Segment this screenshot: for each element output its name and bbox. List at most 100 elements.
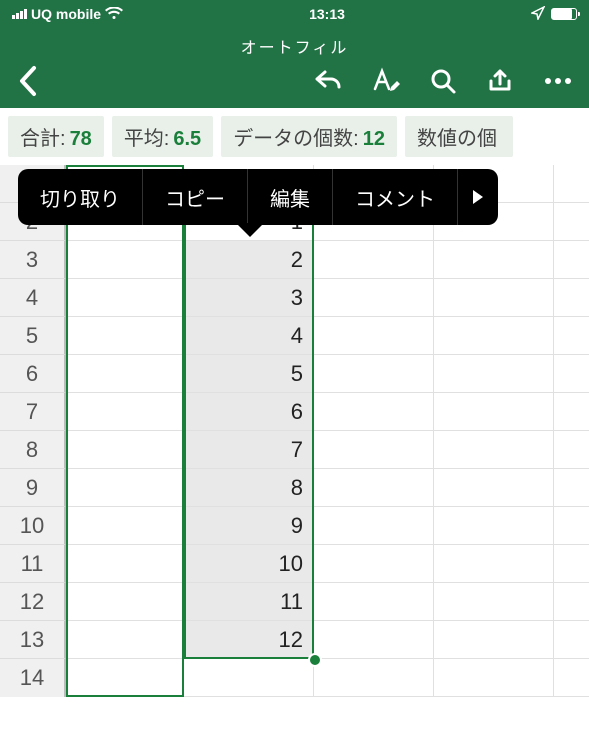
cell[interactable] xyxy=(434,279,554,317)
cell[interactable] xyxy=(434,393,554,431)
cell[interactable] xyxy=(554,583,589,621)
cell[interactable] xyxy=(66,469,184,507)
carrier-label: UQ mobile xyxy=(31,6,101,22)
cell[interactable] xyxy=(554,241,589,279)
row-header[interactable]: 9 xyxy=(0,469,66,507)
row-header[interactable]: 4 xyxy=(0,279,66,317)
back-button[interactable] xyxy=(16,64,38,98)
cell[interactable] xyxy=(554,469,589,507)
cell[interactable] xyxy=(66,545,184,583)
cell[interactable] xyxy=(554,355,589,393)
stat-count[interactable]: データの個数: 12 xyxy=(221,116,397,157)
status-bar: UQ mobile 13:13 xyxy=(0,0,589,28)
cell[interactable] xyxy=(554,507,589,545)
row-header[interactable]: 10 xyxy=(0,507,66,545)
cell[interactable] xyxy=(314,507,434,545)
row-header[interactable]: 11 xyxy=(0,545,66,583)
undo-button[interactable] xyxy=(313,67,343,95)
selection-handle-bottom[interactable] xyxy=(308,653,322,667)
cell[interactable]: 9 xyxy=(184,507,314,545)
cell[interactable] xyxy=(554,165,589,203)
cell[interactable] xyxy=(66,583,184,621)
cell[interactable] xyxy=(314,545,434,583)
cell[interactable]: 4 xyxy=(184,317,314,355)
cell[interactable] xyxy=(554,203,589,241)
row-header[interactable]: 14 xyxy=(0,659,66,697)
cell[interactable] xyxy=(554,279,589,317)
cell[interactable] xyxy=(434,583,554,621)
cell[interactable]: 7 xyxy=(184,431,314,469)
cell[interactable] xyxy=(66,317,184,355)
spreadsheet[interactable]: 1213243546576879810911101211131214 xyxy=(0,165,589,697)
stat-average[interactable]: 平均: 6.5 xyxy=(112,116,213,157)
cell[interactable] xyxy=(434,507,554,545)
cell[interactable] xyxy=(434,317,554,355)
context-more-button[interactable] xyxy=(458,169,498,225)
cell[interactable] xyxy=(554,659,589,697)
cell[interactable] xyxy=(66,507,184,545)
cell[interactable] xyxy=(554,431,589,469)
cell[interactable] xyxy=(434,431,554,469)
stat-label: データの個数: xyxy=(233,122,359,151)
cell[interactable]: 2 xyxy=(184,241,314,279)
cell[interactable] xyxy=(184,659,314,697)
share-button[interactable] xyxy=(485,67,515,95)
cell[interactable] xyxy=(434,241,554,279)
cell[interactable] xyxy=(314,393,434,431)
cell[interactable] xyxy=(66,659,184,697)
page-title: オートフィル xyxy=(0,34,589,58)
font-edit-button[interactable] xyxy=(371,67,401,95)
cell[interactable]: 8 xyxy=(184,469,314,507)
context-copy[interactable]: コピー xyxy=(143,169,248,225)
row-header[interactable]: 3 xyxy=(0,241,66,279)
cell[interactable] xyxy=(66,279,184,317)
cell[interactable] xyxy=(434,469,554,507)
stat-value: 78 xyxy=(70,128,92,151)
cell[interactable]: 10 xyxy=(184,545,314,583)
cell[interactable] xyxy=(314,659,434,697)
context-edit[interactable]: 編集 xyxy=(248,169,333,225)
cell[interactable]: 12 xyxy=(184,621,314,659)
context-comment[interactable]: コメント xyxy=(333,169,458,225)
cell[interactable] xyxy=(66,241,184,279)
cell[interactable] xyxy=(554,393,589,431)
row-header[interactable]: 7 xyxy=(0,393,66,431)
row-header[interactable]: 5 xyxy=(0,317,66,355)
battery-icon xyxy=(551,8,577,20)
stat-sum[interactable]: 合計: 78 xyxy=(8,116,104,157)
cell[interactable] xyxy=(314,469,434,507)
cell[interactable]: 5 xyxy=(184,355,314,393)
cell[interactable] xyxy=(66,393,184,431)
row-header[interactable]: 13 xyxy=(0,621,66,659)
cell[interactable] xyxy=(314,355,434,393)
cell[interactable] xyxy=(554,317,589,355)
cell[interactable] xyxy=(434,355,554,393)
cell[interactable] xyxy=(314,279,434,317)
cell[interactable] xyxy=(66,431,184,469)
cell[interactable] xyxy=(314,621,434,659)
cell[interactable] xyxy=(554,621,589,659)
row-header[interactable]: 12 xyxy=(0,583,66,621)
row-header[interactable]: 6 xyxy=(0,355,66,393)
stat-numeric-count[interactable]: 数値の個 xyxy=(405,116,513,157)
toolbar xyxy=(0,60,589,108)
cell[interactable] xyxy=(66,621,184,659)
cell[interactable] xyxy=(434,659,554,697)
cell[interactable] xyxy=(314,317,434,355)
cell[interactable]: 6 xyxy=(184,393,314,431)
stats-bar: 合計: 78 平均: 6.5 データの個数: 12 数値の個 xyxy=(0,108,589,165)
search-button[interactable] xyxy=(429,67,457,95)
row-header[interactable]: 8 xyxy=(0,431,66,469)
cell[interactable] xyxy=(434,545,554,583)
cell[interactable] xyxy=(314,583,434,621)
cell[interactable] xyxy=(314,431,434,469)
stat-label: 平均: xyxy=(124,122,170,151)
cell[interactable] xyxy=(66,355,184,393)
cell[interactable]: 3 xyxy=(184,279,314,317)
cell[interactable] xyxy=(434,621,554,659)
more-button[interactable] xyxy=(543,76,573,86)
cell[interactable] xyxy=(314,241,434,279)
cell[interactable] xyxy=(554,545,589,583)
cell[interactable]: 11 xyxy=(184,583,314,621)
context-cut[interactable]: 切り取り xyxy=(18,169,143,225)
